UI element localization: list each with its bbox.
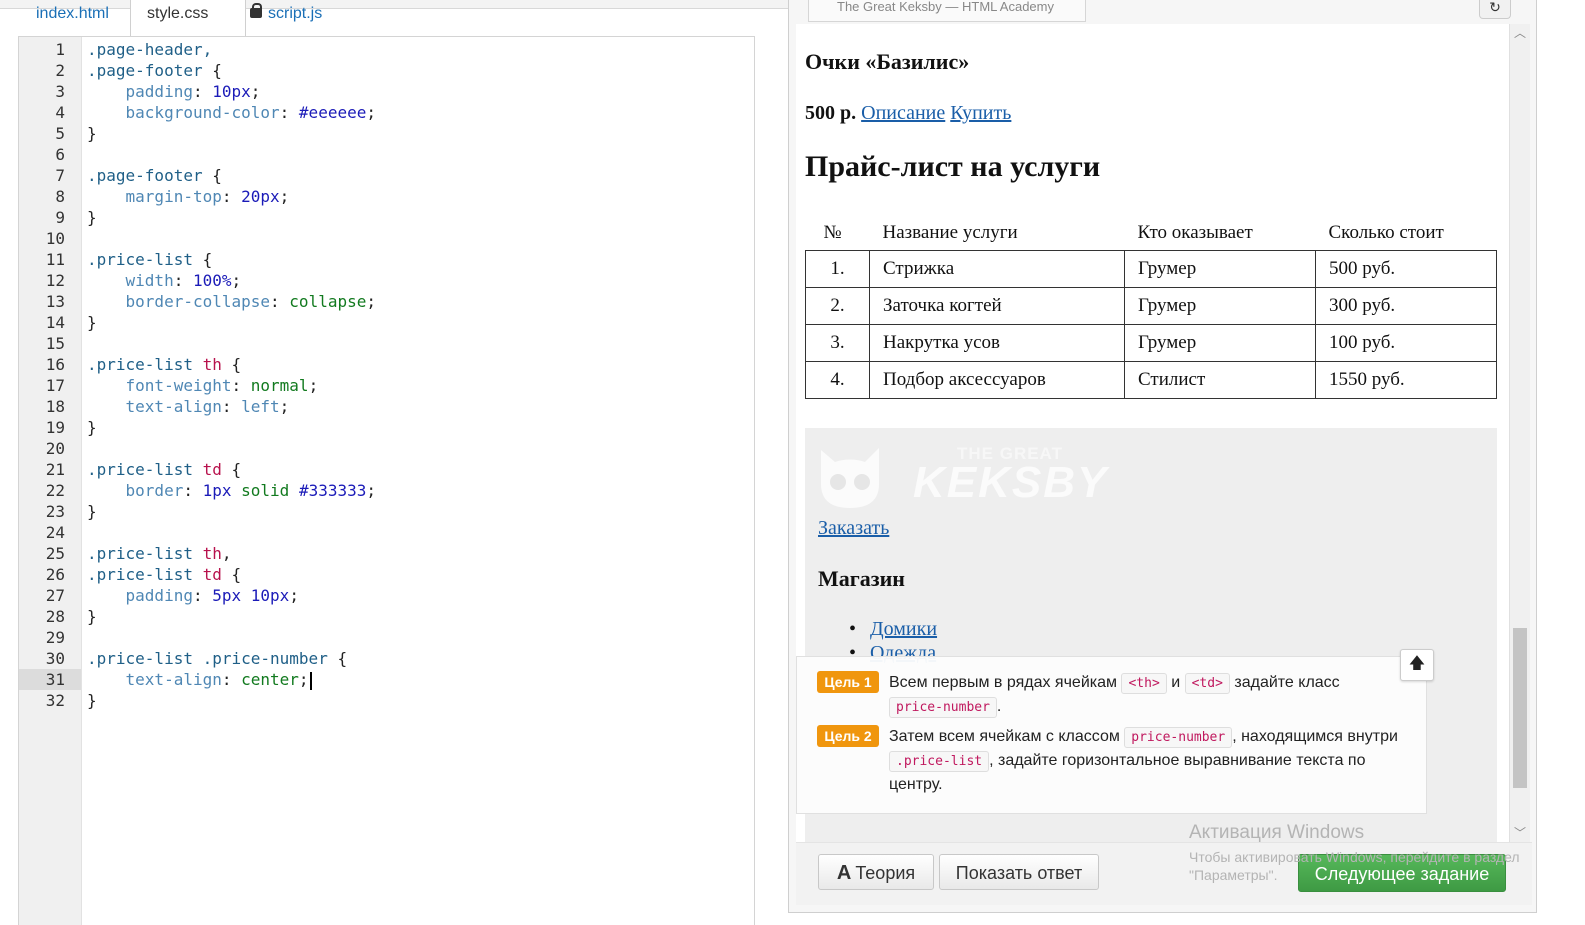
goal-text: Всем первым в рядах ячейкам <th> и <td> … — [889, 671, 1409, 719]
code-line[interactable]: 11 .price-list { — [19, 249, 752, 270]
order-link[interactable]: Заказать — [818, 517, 889, 540]
code-line[interactable]: 4 background-color: #eeeeee; — [19, 102, 752, 123]
code-line[interactable]: 17 font-weight: normal; — [19, 375, 752, 396]
theory-icon: A — [836, 862, 852, 884]
buy-link[interactable]: Купить — [950, 102, 1011, 124]
code-line[interactable]: 21 .price-list td { — [19, 459, 752, 480]
code-editor[interactable]: 1 .page-header, 2 .page-footer { 3 padding… — [18, 36, 755, 925]
code-line[interactable]: 28} — [19, 606, 752, 627]
table-cell: 3. — [805, 324, 870, 362]
table-header-row: № Название услуги Кто оказывает Сколько … — [806, 216, 1497, 251]
tab-script-js[interactable]: script.js — [250, 0, 370, 36]
code-line[interactable]: 23} — [19, 501, 752, 522]
goal-text: Затем всем ячейкам с классом price-numbe… — [889, 727, 1398, 793]
lock-icon — [250, 3, 262, 18]
scrollbar-thumb[interactable] — [1513, 628, 1527, 788]
description-link[interactable]: Описание — [861, 102, 945, 124]
code-line[interactable]: 9} — [19, 207, 752, 228]
code-line[interactable]: 27 padding: 5px 10px; — [19, 585, 752, 606]
column-header: Сколько стоит — [1328, 222, 1444, 243]
code-line[interactable]: 20 — [19, 438, 752, 459]
code-line[interactable]: 30 .price-list .price-number { — [19, 648, 752, 669]
table-cell: 4. — [805, 361, 870, 399]
table-row: 3. Накрутка усов Грумер 100 руб. — [805, 324, 1497, 362]
code-line[interactable]: 25 .price-list th, — [19, 543, 752, 564]
file-tabs: index.html style.css script.js — [18, 0, 753, 36]
code-line[interactable]: 6 — [19, 144, 752, 165]
table-cell: 300 руб. — [1315, 287, 1497, 325]
column-header: Кто оказывает — [1137, 222, 1253, 243]
table-cell: 1550 руб. — [1315, 361, 1497, 399]
table-cell: Стилист — [1124, 361, 1316, 399]
product-title: Очки «Базилис» — [805, 49, 970, 74]
scroll-up-arrow-icon[interactable]: ︿ — [1510, 24, 1530, 42]
table-cell: 100 руб. — [1315, 324, 1497, 362]
table-row: 2. Заточка когтей Грумер 300 руб. — [805, 287, 1497, 325]
code-line[interactable]: 8 margin-top: 20px; — [19, 186, 752, 207]
price-table: № Название услуги Кто оказывает Сколько … — [805, 216, 1497, 399]
code-line[interactable]: 22 border: 1px solid #333333; — [19, 480, 752, 501]
arrow-up-icon[interactable]: 🡅 — [1400, 649, 1434, 681]
column-header: Название услуги — [882, 222, 1018, 243]
code-line[interactable]: 12 width: 100%; — [19, 270, 752, 291]
code-line[interactable]: 3 padding: 10px; — [19, 81, 752, 102]
goal-badge: Цель 1 — [817, 671, 879, 693]
code-line[interactable]: 29 — [19, 627, 752, 648]
goal-badge: Цель 2 — [817, 725, 879, 747]
table-cell: 2. — [805, 287, 870, 325]
shop-title: Магазин — [818, 566, 905, 591]
show-answer-button[interactable]: Показать ответ — [939, 854, 1099, 890]
cat-logo-icon — [821, 448, 879, 508]
text-cursor — [309, 671, 312, 690]
code-line[interactable]: 26 .price-list td { — [19, 564, 752, 585]
list-item[interactable]: Домики — [849, 618, 937, 642]
code-line[interactable]: 10 — [19, 228, 752, 249]
task-panel: Цель 1 Всем первым в рядах ячейкам <th> … — [796, 656, 1427, 814]
section-title: Прайс-лист на услуги — [805, 150, 1101, 183]
code-line[interactable]: 14} — [19, 312, 752, 333]
table-cell: Грумер — [1124, 287, 1316, 325]
code-line[interactable]: 16 .price-list th { — [19, 354, 752, 375]
theory-button[interactable]: A Теория — [818, 854, 934, 890]
table-cell: Заточка когтей — [869, 287, 1125, 325]
table-cell: 500 руб. — [1315, 250, 1497, 288]
code-line[interactable]: 24 — [19, 522, 752, 543]
code-line[interactable]: 5} — [19, 123, 752, 144]
code-line[interactable]: 7 .page-footer { — [19, 165, 752, 186]
column-header: № — [823, 222, 842, 243]
table-cell: Подбор аксессуаров — [869, 361, 1125, 399]
tab-style-css[interactable]: style.css — [130, 0, 246, 36]
preview-scrollbar[interactable]: ︿ ﹀ — [1509, 24, 1530, 842]
code-line[interactable]: 15 — [19, 333, 752, 354]
product-price: 500 р. — [805, 102, 857, 124]
code-line[interactable]: 19} — [19, 417, 752, 438]
table-cell: 1. — [805, 250, 870, 288]
table-row: 1. Стрижка Грумер 500 руб. — [805, 250, 1497, 288]
table-cell: Стрижка — [869, 250, 1125, 288]
table-cell: Грумер — [1124, 324, 1316, 362]
tab-index-html[interactable]: index.html — [18, 0, 130, 36]
preview-tab[interactable]: The Great Keksby — HTML Academy — [808, 0, 1086, 22]
code-line[interactable]: 32} — [19, 690, 752, 711]
table-row: 4. Подбор аксессуаров Стилист 1550 руб. — [805, 361, 1497, 399]
price-row: 500 р. Описание Купить — [805, 102, 1011, 125]
code-line[interactable]: 1 .page-header, — [19, 39, 752, 60]
reload-icon[interactable]: ↻ — [1479, 0, 1511, 19]
code-line[interactable]: 13 border-collapse: collapse; — [19, 291, 752, 312]
code-line[interactable]: 18 text-align: left; — [19, 396, 752, 417]
windows-activation-watermark: Активация Windows Чтобы активировать Win… — [1189, 822, 1520, 883]
code-line-active[interactable]: 31 text-align: center; — [19, 669, 752, 690]
table-cell: Накрутка усов — [869, 324, 1125, 362]
table-cell: Грумер — [1124, 250, 1316, 288]
code-line[interactable]: 2 .page-footer { — [19, 60, 752, 81]
keksby-logo: THE GREAT KEKSBY — [817, 440, 1106, 518]
